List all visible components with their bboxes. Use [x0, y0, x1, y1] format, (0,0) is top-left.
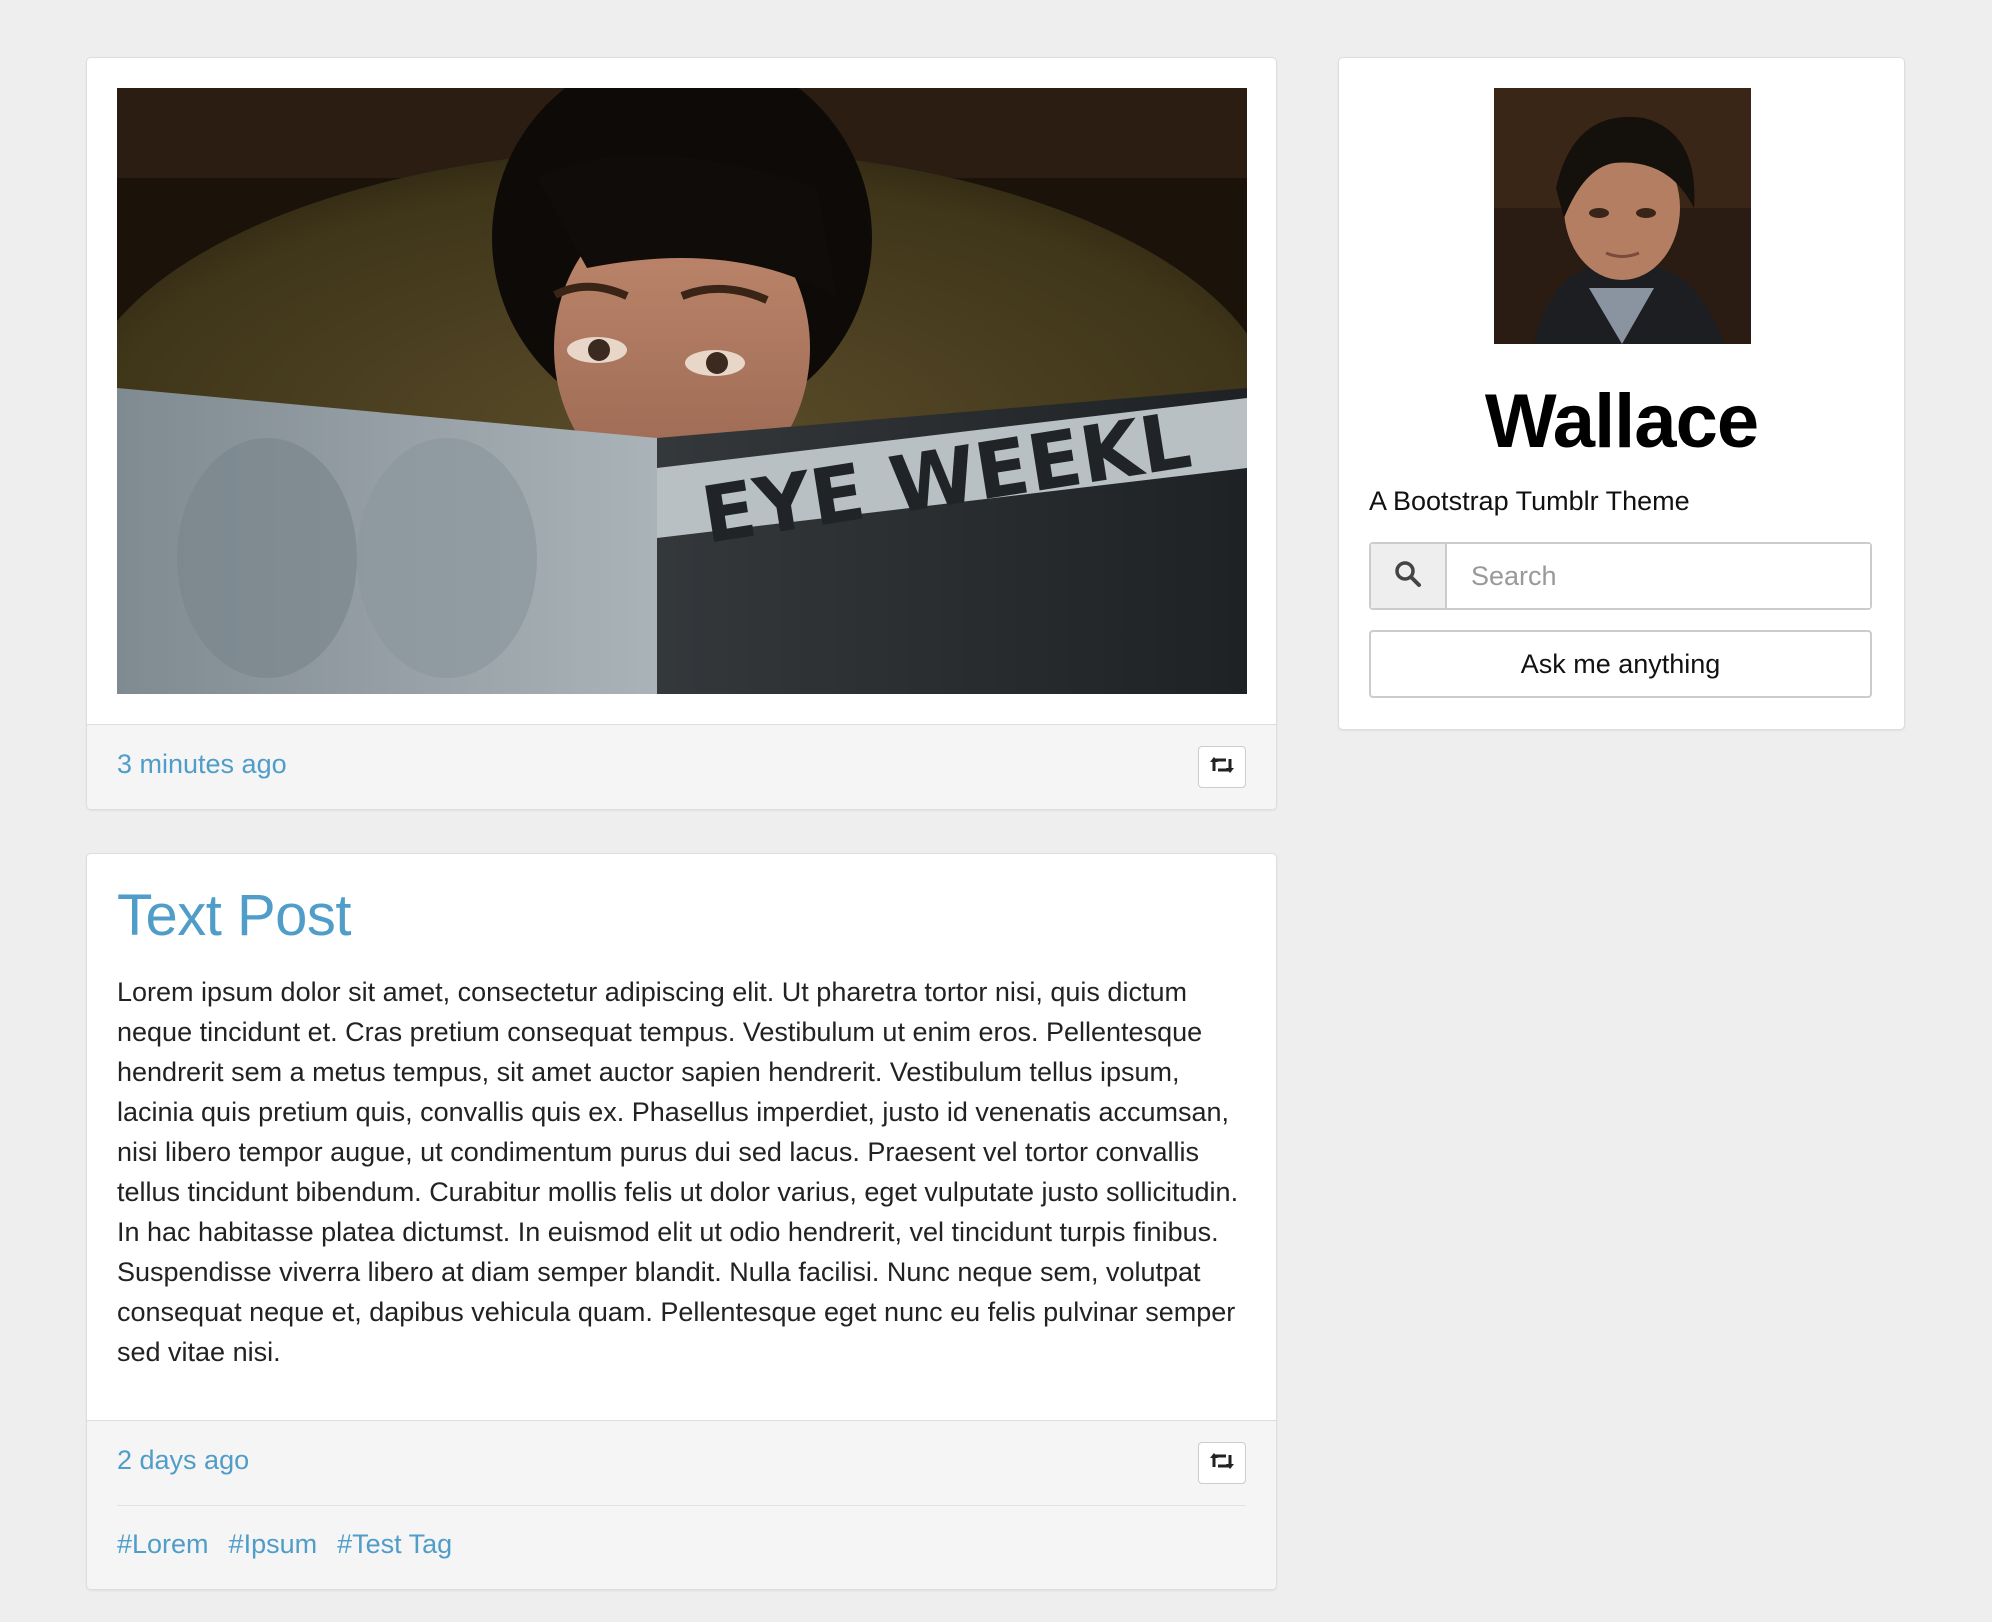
footer-divider	[117, 1505, 1246, 1506]
post-timestamp[interactable]: 2 days ago	[117, 1445, 249, 1476]
post-body: Lorem ipsum dolor sit amet, consectetur …	[117, 977, 1239, 1367]
search-group	[1369, 542, 1872, 610]
avatar[interactable]	[1494, 88, 1751, 344]
reblog-button[interactable]	[1198, 746, 1246, 788]
retweet-icon	[1209, 755, 1235, 780]
post-timestamp[interactable]: 3 minutes ago	[117, 749, 287, 780]
post-title[interactable]: Text Post	[117, 882, 352, 949]
reblog-button[interactable]	[1198, 1442, 1246, 1484]
search-input[interactable]	[1447, 544, 1870, 608]
tag-link[interactable]: #Lorem	[117, 1529, 209, 1560]
post-photo[interactable]: EYE WEEKL	[117, 88, 1247, 694]
text-post: Text Post Lorem ipsum dolor sit amet, co…	[86, 853, 1277, 1590]
blog-title[interactable]: Wallace	[1339, 378, 1904, 465]
blog-description: A Bootstrap Tumblr Theme	[1369, 486, 1690, 516]
photo-post: EYE WEEKL 3 minutes ago	[86, 57, 1277, 810]
ask-button[interactable]: Ask me anything	[1369, 630, 1872, 698]
sidebar: Wallace A Bootstrap Tumblr Theme Ask me …	[1338, 57, 1905, 730]
search-icon	[1394, 560, 1422, 593]
search-addon	[1371, 544, 1447, 608]
post-footer: 2 days ago #Lorem #Ipsum #Test Tag	[87, 1420, 1276, 1589]
tag-link[interactable]: #Ipsum	[229, 1529, 318, 1560]
tag-link[interactable]: #Test Tag	[337, 1529, 452, 1560]
retweet-icon	[1209, 1451, 1235, 1476]
tag-list: #Lorem #Ipsum #Test Tag	[117, 1529, 452, 1560]
post-footer: 3 minutes ago	[87, 724, 1276, 809]
